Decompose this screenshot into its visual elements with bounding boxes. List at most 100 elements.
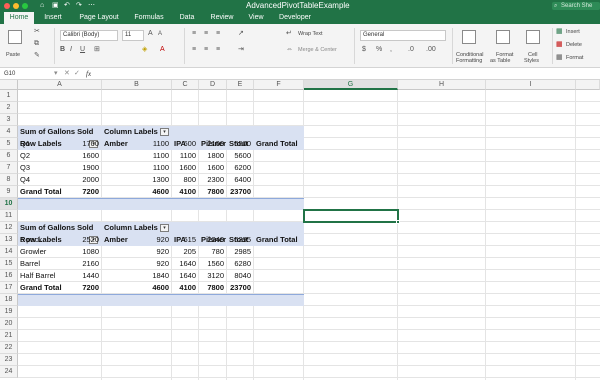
cell-styles-label-2[interactable]: Styles <box>524 58 539 65</box>
pivot2-row-label[interactable]: 6 pack <box>20 234 42 246</box>
tab-insert[interactable]: Insert <box>38 12 68 24</box>
confirm-formula-icon[interactable]: ✓ <box>74 69 80 79</box>
row-header-6[interactable]: 6 <box>0 150 18 162</box>
currency-icon[interactable]: $ <box>362 46 366 54</box>
align-center-icon[interactable]: ≡ <box>204 46 208 54</box>
undo-icon[interactable]: ↶ <box>64 2 70 10</box>
pivot2-header-grand-total[interactable]: Grand Total <box>256 234 298 246</box>
cut-icon[interactable]: ✂ <box>34 28 40 36</box>
tab-view[interactable]: View <box>244 12 268 24</box>
format-as-table-label-2[interactable]: as Table <box>490 58 510 65</box>
format-painter-icon[interactable]: ✎ <box>34 52 40 60</box>
font-size-select[interactable]: 11 <box>122 30 144 41</box>
row-header-18[interactable]: 18 <box>0 294 18 306</box>
tab-review[interactable]: Review <box>206 12 238 24</box>
borders-icon[interactable]: ⊞ <box>94 46 100 54</box>
column-header-j[interactable] <box>576 80 600 90</box>
cell-styles-icon[interactable] <box>526 30 540 44</box>
redo-icon[interactable]: ↷ <box>76 2 82 10</box>
conditional-formatting-label-2[interactable]: Formatting <box>456 58 482 65</box>
column-header-i[interactable]: I <box>486 80 576 90</box>
column-header-a[interactable]: A <box>18 80 102 90</box>
column-header-g[interactable]: G <box>304 80 398 90</box>
increase-font-icon[interactable]: A <box>148 30 153 38</box>
number-format-select[interactable]: General <box>360 30 446 41</box>
name-box-dropdown-icon[interactable]: ▾ <box>54 69 58 79</box>
decrease-decimal-icon[interactable]: .00 <box>426 46 436 54</box>
delete-cells-button[interactable]: Delete <box>566 42 582 49</box>
copy-icon[interactable]: ⧉ <box>34 40 39 48</box>
pivot2-column-labels[interactable]: Column Labels <box>104 222 158 234</box>
formula-input[interactable] <box>98 69 598 79</box>
column-header-e[interactable]: E <box>227 80 254 90</box>
paste-icon[interactable] <box>8 30 22 44</box>
underline-icon[interactable]: U <box>80 46 85 54</box>
pivot1-header-grand-total[interactable]: Grand Total <box>256 138 298 150</box>
zoom-window-button[interactable] <box>22 3 28 9</box>
selected-cell-g10[interactable] <box>303 209 399 223</box>
pivot1-row-label[interactable]: Q2 <box>20 150 30 162</box>
align-bottom-icon[interactable]: ≡ <box>216 30 220 38</box>
pivot1-column-labels[interactable]: Column Labels <box>104 126 158 138</box>
bold-icon[interactable]: B <box>60 46 65 54</box>
font-name-select[interactable]: Calibri (Body) <box>60 30 118 41</box>
pivot1-row-label[interactable]: Q4 <box>20 174 30 186</box>
tab-developer[interactable]: Developer <box>274 12 316 24</box>
pivot2-row-label[interactable]: Barrel <box>20 258 40 270</box>
row-header-10[interactable]: 10 <box>0 198 18 210</box>
row-header-22[interactable]: 22 <box>0 342 18 354</box>
font-color-icon[interactable]: A <box>160 46 165 54</box>
row-header-3[interactable]: 3 <box>0 114 18 126</box>
merge-center-button[interactable]: Merge & Center <box>298 47 337 54</box>
increase-decimal-icon[interactable]: .0 <box>408 46 414 54</box>
search-sheet-input[interactable]: ⌕ Search She <box>552 2 600 10</box>
align-right-icon[interactable]: ≡ <box>216 46 220 54</box>
row-header-21[interactable]: 21 <box>0 330 18 342</box>
worksheet-grid[interactable]: A B C D E F G H I 1 2 3 4 5 6 7 8 9 10 11 12 13 14 15 1… <box>0 80 600 380</box>
pivot2-header-amber[interactable]: Amber <box>104 234 128 246</box>
pivot1-row-label[interactable]: Q3 <box>20 162 30 174</box>
fill-color-icon[interactable]: ◈ <box>142 46 147 54</box>
row-header-14[interactable]: 14 <box>0 246 18 258</box>
pivot1-grand-total-label[interactable]: Grand Total <box>20 186 62 198</box>
merge-center-icon[interactable]: ⇔ <box>286 46 293 54</box>
row-header-4[interactable]: 4 <box>0 126 18 138</box>
pivot2-value-field[interactable]: Sum of Gallons Sold <box>20 222 93 234</box>
tab-data[interactable]: Data <box>174 12 200 24</box>
row-header-2[interactable]: 2 <box>0 102 18 114</box>
row-header-24[interactable]: 24 <box>0 366 18 378</box>
fill-handle[interactable] <box>396 220 400 224</box>
save-icon[interactable]: ▣ <box>52 2 59 10</box>
percent-icon[interactable]: % <box>376 46 382 54</box>
row-header-5[interactable]: 5 <box>0 138 18 150</box>
pivot2-grand-total-label[interactable]: Grand Total <box>20 282 62 294</box>
row-header-19[interactable]: 19 <box>0 306 18 318</box>
pivot2-row-label[interactable]: Growler <box>20 246 46 258</box>
pivot1-value-field[interactable]: Sum of Gallons Sold <box>20 126 93 138</box>
comma-style-icon[interactable]: , <box>390 46 392 54</box>
insert-cells-button[interactable]: Insert <box>566 29 580 36</box>
pivot1-column-filter-button[interactable]: ▾ <box>160 128 169 136</box>
row-header-7[interactable]: 7 <box>0 162 18 174</box>
row-header-16[interactable]: 16 <box>0 270 18 282</box>
pivot1-row-label[interactable]: Q1 <box>20 138 30 150</box>
decrease-font-icon[interactable]: A <box>158 30 162 38</box>
align-top-icon[interactable]: ≡ <box>192 30 196 38</box>
pivot2-column-filter-button[interactable]: ▾ <box>160 224 169 232</box>
format-cells-button[interactable]: Format <box>566 55 583 62</box>
align-middle-icon[interactable]: ≡ <box>204 30 208 38</box>
wrap-text-icon[interactable]: ↵ <box>286 30 292 38</box>
row-header-23[interactable]: 23 <box>0 354 18 366</box>
row-header-11[interactable]: 11 <box>0 210 18 222</box>
indent-icon[interactable]: ⇥ <box>238 46 244 54</box>
select-all-corner[interactable] <box>0 80 18 90</box>
row-header-9[interactable]: 9 <box>0 186 18 198</box>
tab-formulas[interactable]: Formulas <box>130 12 168 24</box>
italic-icon[interactable]: I <box>70 46 72 54</box>
row-header-8[interactable]: 8 <box>0 174 18 186</box>
format-cells-icon[interactable]: ▦ <box>556 54 563 62</box>
conditional-formatting-icon[interactable] <box>462 30 476 44</box>
row-header-15[interactable]: 15 <box>0 258 18 270</box>
delete-cells-icon[interactable]: ▦ <box>556 41 563 49</box>
orientation-icon[interactable]: ↗ <box>238 30 244 38</box>
